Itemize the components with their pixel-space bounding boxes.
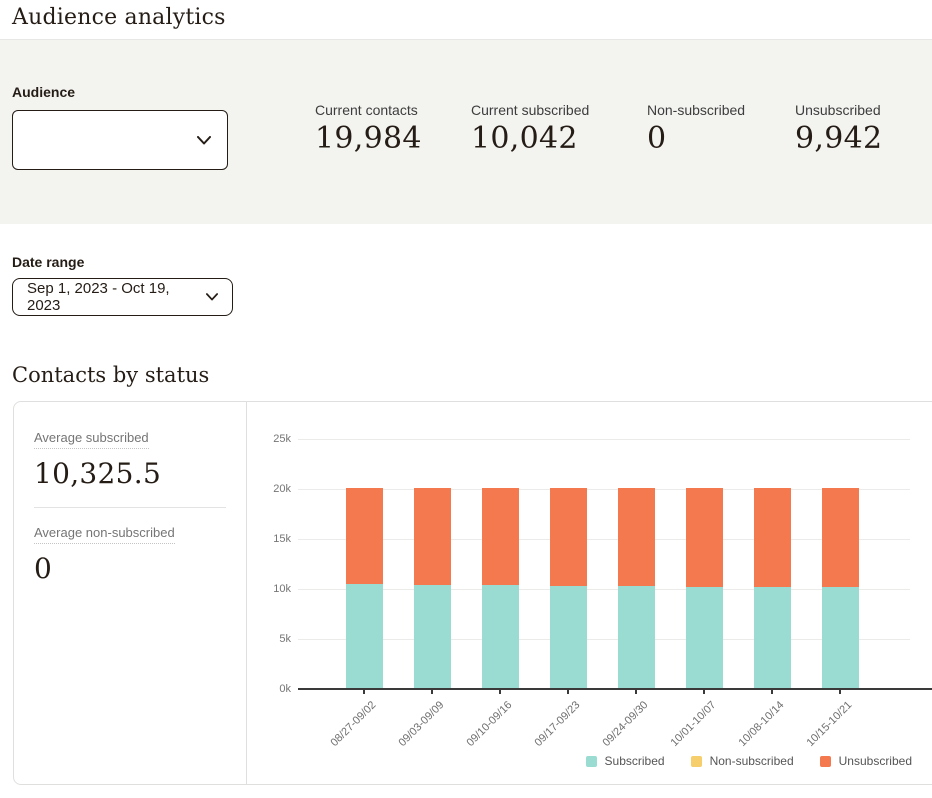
- stat-current-subscribed: Current subscribed 10,042: [471, 102, 647, 224]
- legend-item-non-subscribed[interactable]: Non-subscribed: [691, 754, 794, 768]
- stat-value: 0: [647, 121, 785, 156]
- legend-item-unsubscribed[interactable]: Unsubscribed: [820, 754, 912, 768]
- bar-segment-unsubscribed[interactable]: [482, 488, 519, 586]
- x-tick-label: 09/03-09/09: [374, 699, 446, 771]
- bar-09/10-09/16[interactable]: [482, 488, 519, 690]
- stat-label: Current contacts: [315, 102, 461, 118]
- audience-panel: Audience Current contacts 19,984 Current s…: [0, 40, 932, 224]
- summary-label: Average non-subscribed: [34, 525, 175, 544]
- bar-segment-unsubscribed[interactable]: [414, 488, 451, 585]
- legend-swatch: [586, 756, 597, 767]
- x-tick-label: 08/27-09/02: [306, 699, 378, 771]
- summary-value: 0: [34, 552, 226, 585]
- stat-unsubscribed: Unsubscribed 9,942: [795, 102, 892, 224]
- legend-label: Non-subscribed: [710, 754, 794, 768]
- gridline: [298, 439, 910, 440]
- bar-segment-subscribed[interactable]: [754, 587, 791, 689]
- legend-label: Subscribed: [605, 754, 665, 768]
- y-tick-label: 0k: [247, 683, 291, 695]
- bar-10/01-10/07[interactable]: [686, 488, 723, 690]
- bar-segment-unsubscribed[interactable]: [550, 488, 587, 586]
- bar-segment-unsubscribed[interactable]: [822, 488, 859, 588]
- bar-segment-subscribed[interactable]: [822, 587, 859, 689]
- stat-value: 10,042: [471, 121, 637, 156]
- bar-09/17-09/23[interactable]: [550, 488, 587, 690]
- bar-segment-unsubscribed[interactable]: [618, 488, 655, 587]
- chevron-down-icon: [206, 293, 218, 301]
- stacked-bar-chart: 0k5k10k15k20k25k 08/27-09/0209/03-09/090…: [247, 402, 932, 784]
- bar-10/08-10/14[interactable]: [754, 488, 791, 690]
- summary-divider: [34, 507, 226, 508]
- bar-segment-subscribed[interactable]: [550, 586, 587, 690]
- audience-select[interactable]: [12, 110, 228, 170]
- page-header: Audience analytics: [0, 0, 932, 40]
- chart-summary-panel: Average subscribed 10,325.5 Average non-su…: [14, 402, 247, 784]
- bar-segment-unsubscribed[interactable]: [754, 488, 791, 588]
- summary-value: 10,325.5: [34, 457, 226, 490]
- stat-current-contacts: Current contacts 19,984: [315, 102, 471, 224]
- summary-label: Average subscribed: [34, 430, 149, 449]
- bar-segment-subscribed[interactable]: [618, 586, 655, 689]
- x-axis-line: [298, 688, 932, 690]
- bar-09/24-09/30[interactable]: [618, 488, 655, 690]
- chart-legend: Subscribed Non-subscribed Unsubscribed: [586, 754, 912, 768]
- date-range-select[interactable]: Sep 1, 2023 - Oct 19, 2023: [12, 278, 233, 316]
- x-tick-label: 09/17-09/23: [510, 699, 582, 771]
- x-tick-label: 09/10-09/16: [442, 699, 514, 771]
- stat-value: 9,942: [795, 121, 882, 156]
- bar-segment-subscribed[interactable]: [346, 584, 383, 689]
- gridline: [298, 539, 910, 540]
- bar-segment-subscribed[interactable]: [482, 585, 519, 689]
- stat-label: Unsubscribed: [795, 102, 882, 118]
- bar-09/03-09/09[interactable]: [414, 488, 451, 690]
- y-tick-label: 20k: [247, 483, 291, 495]
- page-title: Audience analytics: [12, 5, 920, 30]
- contacts-by-status-heading: Contacts by status: [12, 363, 920, 387]
- bar-segment-subscribed[interactable]: [686, 587, 723, 690]
- legend-label: Unsubscribed: [839, 754, 912, 768]
- stat-non-subscribed: Non-subscribed 0: [647, 102, 795, 224]
- stats-row: Current contacts 19,984 Current subscribed…: [315, 40, 892, 224]
- date-range-label: Date range: [12, 254, 920, 270]
- contacts-by-status-card: Average subscribed 10,325.5 Average non-su…: [13, 401, 932, 785]
- bar-segment-unsubscribed[interactable]: [346, 488, 383, 585]
- bar-segment-unsubscribed[interactable]: [686, 488, 723, 587]
- y-tick-label: 5k: [247, 633, 291, 645]
- gridline: [298, 639, 910, 640]
- gridline: [298, 489, 910, 490]
- stat-label: Non-subscribed: [647, 102, 785, 118]
- stat-value: 19,984: [315, 121, 461, 156]
- bar-10/15-10/21[interactable]: [822, 488, 859, 690]
- stat-label: Current subscribed: [471, 102, 637, 118]
- legend-swatch: [691, 756, 702, 767]
- legend-item-subscribed[interactable]: Subscribed: [586, 754, 665, 768]
- chevron-down-icon: [197, 136, 211, 145]
- chart-plot: [298, 439, 910, 689]
- date-range-value: Sep 1, 2023 - Oct 19, 2023: [27, 280, 206, 314]
- legend-swatch: [820, 756, 831, 767]
- bar-08/27-09/02[interactable]: [346, 488, 383, 690]
- y-tick-label: 15k: [247, 533, 291, 545]
- y-tick-label: 25k: [247, 433, 291, 445]
- gridline: [298, 589, 910, 590]
- y-tick-label: 10k: [247, 583, 291, 595]
- date-range-block: Date range Sep 1, 2023 - Oct 19, 2023: [12, 254, 920, 316]
- audience-label: Audience: [12, 84, 315, 100]
- bar-segment-subscribed[interactable]: [414, 585, 451, 690]
